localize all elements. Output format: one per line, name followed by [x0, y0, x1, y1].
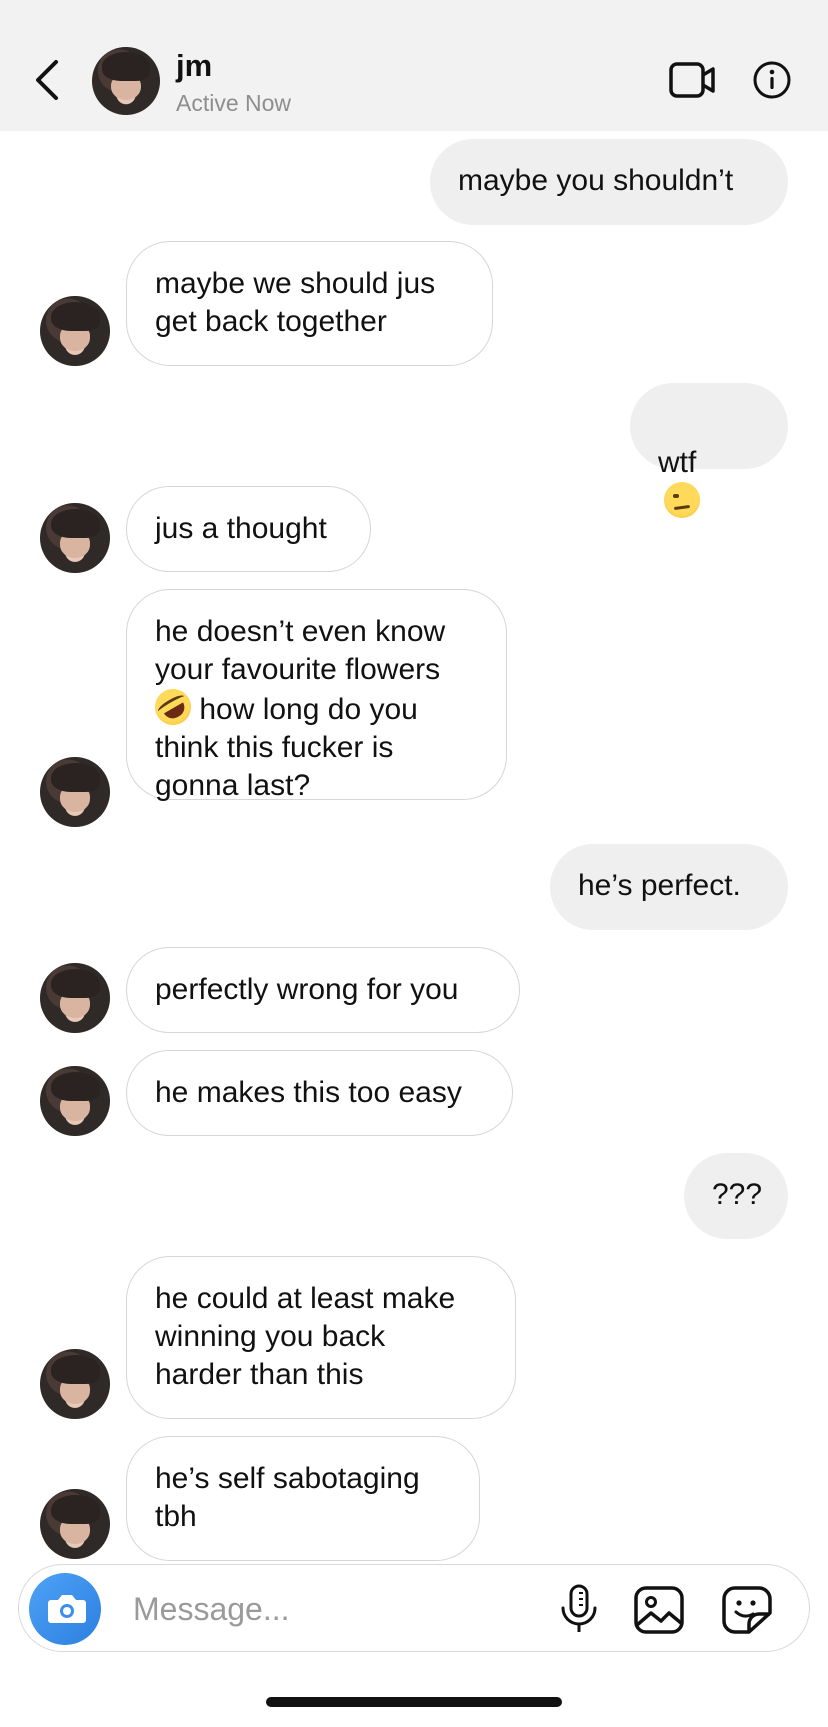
gallery-button[interactable] [633, 1585, 685, 1635]
video-camera-icon [669, 62, 715, 98]
contact-name[interactable]: jm [176, 48, 212, 84]
home-indicator[interactable] [266, 1697, 562, 1707]
microphone-icon [561, 1584, 597, 1632]
message-input[interactable] [131, 1585, 535, 1633]
sender-avatar[interactable] [40, 963, 110, 1033]
sticker-icon [722, 1586, 772, 1634]
incoming-message[interactable]: perfectly wrong for you [126, 947, 520, 1033]
raised-eyebrow-emoji [664, 482, 700, 518]
sender-avatar[interactable] [40, 1489, 110, 1559]
outgoing-message[interactable]: maybe you shouldn’t [430, 139, 788, 225]
sender-avatar[interactable] [40, 757, 110, 827]
contact-avatar[interactable] [92, 47, 160, 115]
message-text: he doesn’t even know your favourite flow… [155, 615, 446, 686]
video-call-button[interactable] [668, 60, 716, 100]
incoming-message[interactable]: he doesn’t even know your favourite flow… [126, 589, 507, 802]
chevron-left-icon [36, 60, 58, 100]
outgoing-message[interactable]: wtf [630, 383, 788, 518]
gallery-icon [634, 1586, 684, 1634]
info-button[interactable] [752, 60, 792, 100]
message-thread[interactable]: maybe you shouldn’t maybe we should jus … [0, 131, 828, 1561]
voice-message-button[interactable] [555, 1583, 603, 1635]
sender-avatar[interactable] [40, 1349, 110, 1419]
incoming-message[interactable]: he could at least make winning you back … [126, 1256, 516, 1419]
outgoing-message[interactable]: ??? [684, 1153, 788, 1239]
incoming-message[interactable]: he’s self sabotaging tbh [126, 1436, 480, 1561]
incoming-message[interactable]: maybe we should jus get back together [126, 241, 493, 366]
message-composer [18, 1564, 810, 1652]
sender-avatar[interactable] [40, 1066, 110, 1136]
camera-icon [48, 1595, 86, 1623]
camera-button[interactable] [29, 1573, 101, 1645]
sender-avatar[interactable] [40, 503, 110, 573]
incoming-message[interactable]: he makes this too easy [126, 1050, 513, 1136]
message-text: wtf [658, 446, 697, 479]
info-icon [753, 61, 791, 99]
message-text: how long do you think this fucker is gon… [155, 693, 418, 802]
back-button[interactable] [28, 58, 68, 102]
incoming-message[interactable]: jus a thought [126, 486, 371, 572]
sender-avatar[interactable] [40, 296, 110, 366]
sticker-button[interactable] [721, 1585, 773, 1635]
chat-header: jm Active Now [0, 0, 828, 131]
outgoing-message[interactable]: he’s perfect. [550, 844, 788, 930]
active-status: Active Now [176, 90, 292, 116]
